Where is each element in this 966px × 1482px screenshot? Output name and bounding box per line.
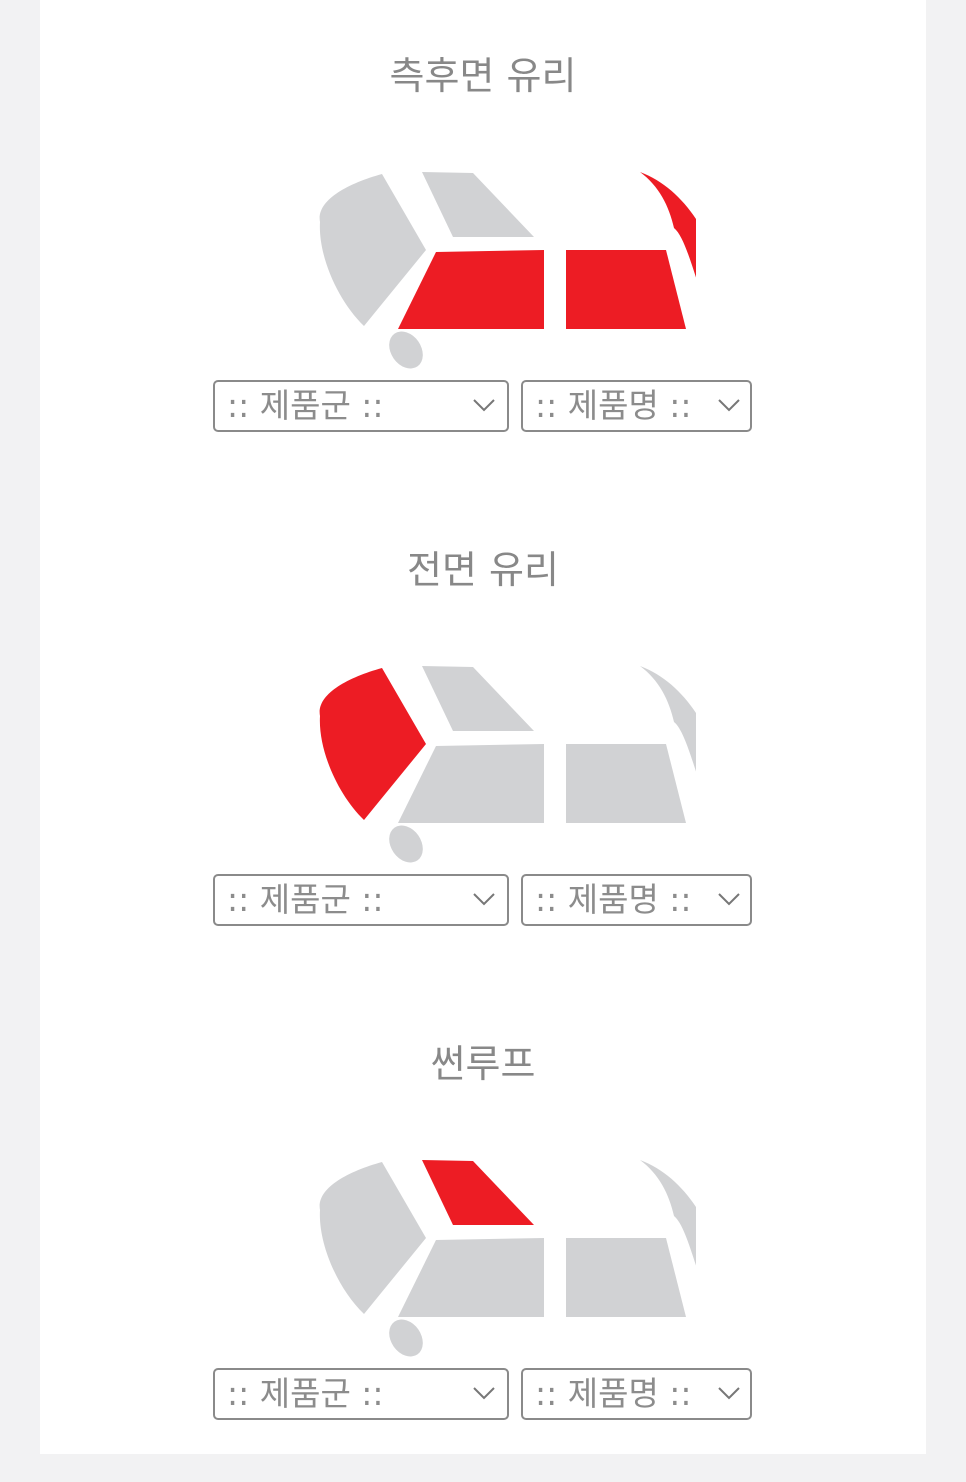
side-rear-window-glass: [566, 1238, 686, 1317]
side-front-window-glass: [398, 744, 544, 823]
sunroof: [422, 172, 534, 237]
section-side-rear-glass: 측후면 유리 :: 제품군 :: :: 제품명 ::: [40, 0, 926, 494]
chevron-down-icon: [473, 399, 495, 412]
windshield: [319, 174, 426, 326]
product-group-select[interactable]: :: 제품군 ::: [213, 874, 509, 926]
product-name-select-value: :: 제품명 ::: [535, 386, 692, 425]
chevron-down-icon: [718, 1387, 740, 1400]
car-glass-diagram[interactable]: [276, 1154, 696, 1358]
car-glass-diagram[interactable]: [276, 166, 696, 370]
side-rear-window-glass: [566, 744, 686, 823]
chevron-down-icon: [718, 893, 740, 906]
product-name-select[interactable]: :: 제품명 ::: [521, 874, 752, 926]
product-name-select[interactable]: :: 제품명 ::: [521, 380, 752, 432]
chevron-down-icon: [473, 893, 495, 906]
windshield: [319, 1162, 426, 1314]
product-name-select[interactable]: :: 제품명 ::: [521, 1368, 752, 1420]
side-front-window-glass: [398, 1238, 544, 1317]
car-glass-diagram[interactable]: [276, 660, 696, 864]
windshield: [319, 668, 426, 820]
product-group-select[interactable]: :: 제품군 ::: [213, 380, 509, 432]
sunroof: [422, 1160, 534, 1225]
sunroof: [422, 666, 534, 731]
section-windshield: 전면 유리 :: 제품군 :: :: 제품명 ::: [40, 494, 926, 988]
section-title: 전면 유리: [407, 548, 559, 592]
section-sunroof: 썬루프 :: 제품군 :: :: 제품명 ::: [40, 988, 926, 1482]
product-group-select-value: :: 제품군 ::: [227, 880, 384, 919]
side-front-window-glass: [398, 250, 544, 329]
section-title: 측후면 유리: [389, 54, 577, 98]
chevron-down-icon: [473, 1387, 495, 1400]
side-mirror: [389, 1319, 423, 1357]
side-mirror: [389, 825, 423, 863]
product-group-select-value: :: 제품군 ::: [227, 1374, 384, 1413]
side-rear-window-glass: [566, 250, 686, 329]
product-group-select-value: :: 제품군 ::: [227, 386, 384, 425]
product-name-select-value: :: 제품명 ::: [535, 1374, 692, 1413]
section-title: 썬루프: [430, 1042, 536, 1086]
side-mirror: [389, 331, 423, 369]
product-group-select[interactable]: :: 제품군 ::: [213, 1368, 509, 1420]
chevron-down-icon: [718, 399, 740, 412]
page-container: 측후면 유리 :: 제품군 :: :: 제품명 :: 전면 유리:: 제품군 …: [40, 0, 926, 1454]
product-name-select-value: :: 제품명 ::: [535, 880, 692, 919]
